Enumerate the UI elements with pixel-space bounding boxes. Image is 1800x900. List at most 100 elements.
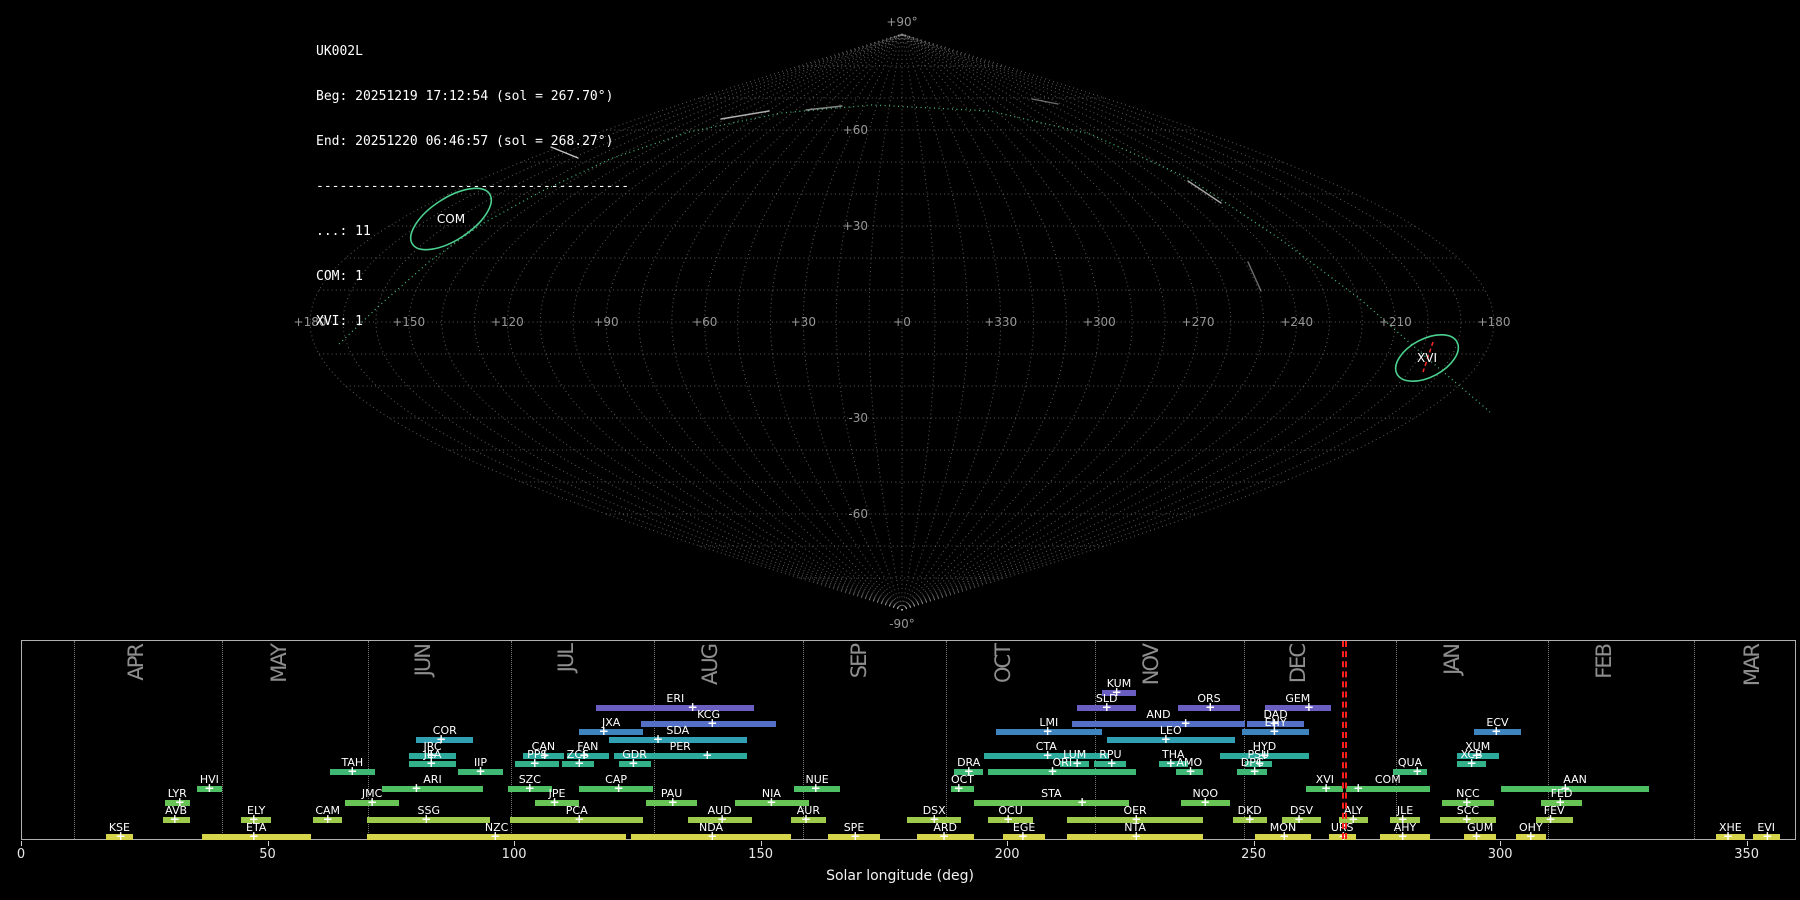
shower-peak-marker: +	[1526, 830, 1536, 843]
radiant-map-figure: COMXVI+180+150+120+90+60+30+0+330+300+27…	[0, 0, 1800, 900]
month-label-sep: SEP	[849, 645, 870, 678]
shower-peak-marker: +	[1398, 830, 1408, 843]
radiant-label: XVI	[1417, 351, 1437, 365]
shower-bar-ARI	[382, 786, 483, 792]
x-axis-tick-label: 0	[0, 847, 43, 862]
month-label-jan: JAN	[1442, 645, 1463, 675]
x-axis-tick-label: 250	[1232, 847, 1276, 862]
pole-label-north: +90°	[886, 15, 917, 29]
shower-peak-marker: +	[204, 782, 214, 795]
current-solar-longitude-line	[1342, 641, 1344, 839]
month-boundary-line	[222, 641, 223, 839]
shower-peak-marker: +	[1472, 830, 1482, 843]
shower-peak-marker: +	[702, 749, 712, 762]
shower-peak-marker: +	[1491, 725, 1501, 738]
longitude-label: +60	[692, 315, 717, 329]
shower-peak-marker: +	[411, 782, 421, 795]
shower-peak-marker: +	[574, 813, 584, 826]
shower-peak-marker: +	[1723, 830, 1733, 843]
x-axis-tick	[268, 841, 269, 846]
shower-bar-JXA	[579, 729, 643, 735]
month-boundary-line	[74, 641, 75, 839]
shower-peak-marker: +	[1043, 725, 1053, 738]
shower-bar-ORI	[988, 769, 1136, 775]
x-axis-tick-label: 150	[739, 847, 783, 862]
shower-peak-marker: +	[1304, 701, 1314, 714]
shower-peak-marker: +	[1131, 830, 1141, 843]
month-label-jun: JUN	[413, 645, 434, 676]
shower-peak-marker: +	[1186, 765, 1196, 778]
x-axis-label: Solar longitude (deg)	[0, 868, 1800, 884]
shower-peak-marker: +	[1269, 725, 1279, 738]
shower-peak-marker: +	[1205, 701, 1215, 714]
longitude-label: +180	[1478, 315, 1511, 329]
shower-peak-marker: +	[1161, 733, 1171, 746]
station-code: UK002L	[316, 44, 629, 59]
sporadic-count: ...: 11	[316, 224, 629, 239]
latitude-label: -30	[848, 411, 868, 425]
shower-peak-marker: +	[707, 830, 717, 843]
shower-peak-marker: +	[801, 813, 811, 826]
month-boundary-line	[1694, 641, 1695, 839]
shower-peak-marker: +	[367, 796, 377, 809]
month-label-jul: JUL	[556, 645, 577, 672]
meteor-trail	[1188, 181, 1221, 203]
shower-peak-marker: +	[1077, 796, 1087, 809]
shower-label-JXA: JXA	[589, 716, 633, 729]
meteor-trail	[1248, 262, 1261, 291]
longitude-label: +330	[984, 315, 1017, 329]
shower-peak-marker: +	[1245, 813, 1255, 826]
current-solar-longitude-line	[1345, 641, 1347, 839]
end-time: End: 20251220 06:46:57 (sol = 268.27°)	[316, 134, 629, 149]
x-axis-tick	[1007, 841, 1008, 846]
shower-peak-marker: +	[1353, 782, 1363, 795]
month-label-aug: AUG	[700, 645, 721, 685]
shower-peak-marker: +	[766, 796, 776, 809]
latitude-label: -60	[848, 507, 868, 521]
shower-peak-marker: +	[525, 782, 535, 795]
longitude-label: +240	[1280, 315, 1313, 329]
x-axis-tick-label: 50	[246, 847, 290, 862]
shower-peak-marker: +	[323, 813, 333, 826]
shower-peak-marker: +	[1412, 765, 1422, 778]
shower-label-COM: COM	[1366, 773, 1410, 786]
shower-peak-marker: +	[954, 782, 964, 795]
shower-peak-marker: +	[599, 725, 609, 738]
month-boundary-line	[1095, 641, 1096, 839]
shower-peak-marker: +	[1279, 830, 1289, 843]
x-axis-tick	[1500, 841, 1501, 846]
shower-peak-marker: +	[1467, 757, 1477, 770]
shower-peak-marker: +	[1321, 782, 1331, 795]
x-axis-tick	[1254, 841, 1255, 846]
shower-peak-marker: +	[1200, 796, 1210, 809]
shower-peak-marker: +	[347, 765, 357, 778]
pole-label-south: -90°	[889, 617, 915, 631]
month-label-may: MAY	[269, 645, 290, 683]
shower-peak-marker: +	[707, 717, 717, 730]
shower-label-STA: STA	[1029, 787, 1073, 800]
longitude-label: +210	[1379, 315, 1412, 329]
x-axis-tick-label: 100	[492, 847, 536, 862]
month-label-apr: APR	[126, 645, 147, 681]
month-boundary-line	[368, 641, 369, 839]
observation-info: UK002L Beg: 20251219 17:12:54 (sol = 267…	[316, 14, 629, 359]
shower-peak-marker: +	[1102, 701, 1112, 714]
shower-peak-marker: +	[939, 830, 949, 843]
shower-peak-marker: +	[530, 757, 540, 770]
begin-time: Beg: 20251219 17:12:54 (sol = 267.70°)	[316, 89, 629, 104]
latitude-label: +60	[843, 123, 868, 137]
shower-peak-marker: +	[476, 765, 486, 778]
longitude-label: +30	[791, 315, 816, 329]
x-axis-tick	[761, 841, 762, 846]
shower-peak-marker: +	[116, 830, 126, 843]
shower-peak-marker: +	[249, 830, 259, 843]
month-boundary-line	[511, 641, 512, 839]
month-label-mar: MAR	[1742, 645, 1763, 686]
shower-peak-marker: +	[1250, 765, 1260, 778]
shower-peak-marker: +	[574, 757, 584, 770]
x-axis-tick-label: 200	[985, 847, 1029, 862]
month-label-oct: OCT	[993, 645, 1014, 683]
longitude-label: +300	[1083, 315, 1116, 329]
shower-label-AND: AND	[1137, 708, 1181, 721]
latitude-label: +30	[843, 219, 868, 233]
